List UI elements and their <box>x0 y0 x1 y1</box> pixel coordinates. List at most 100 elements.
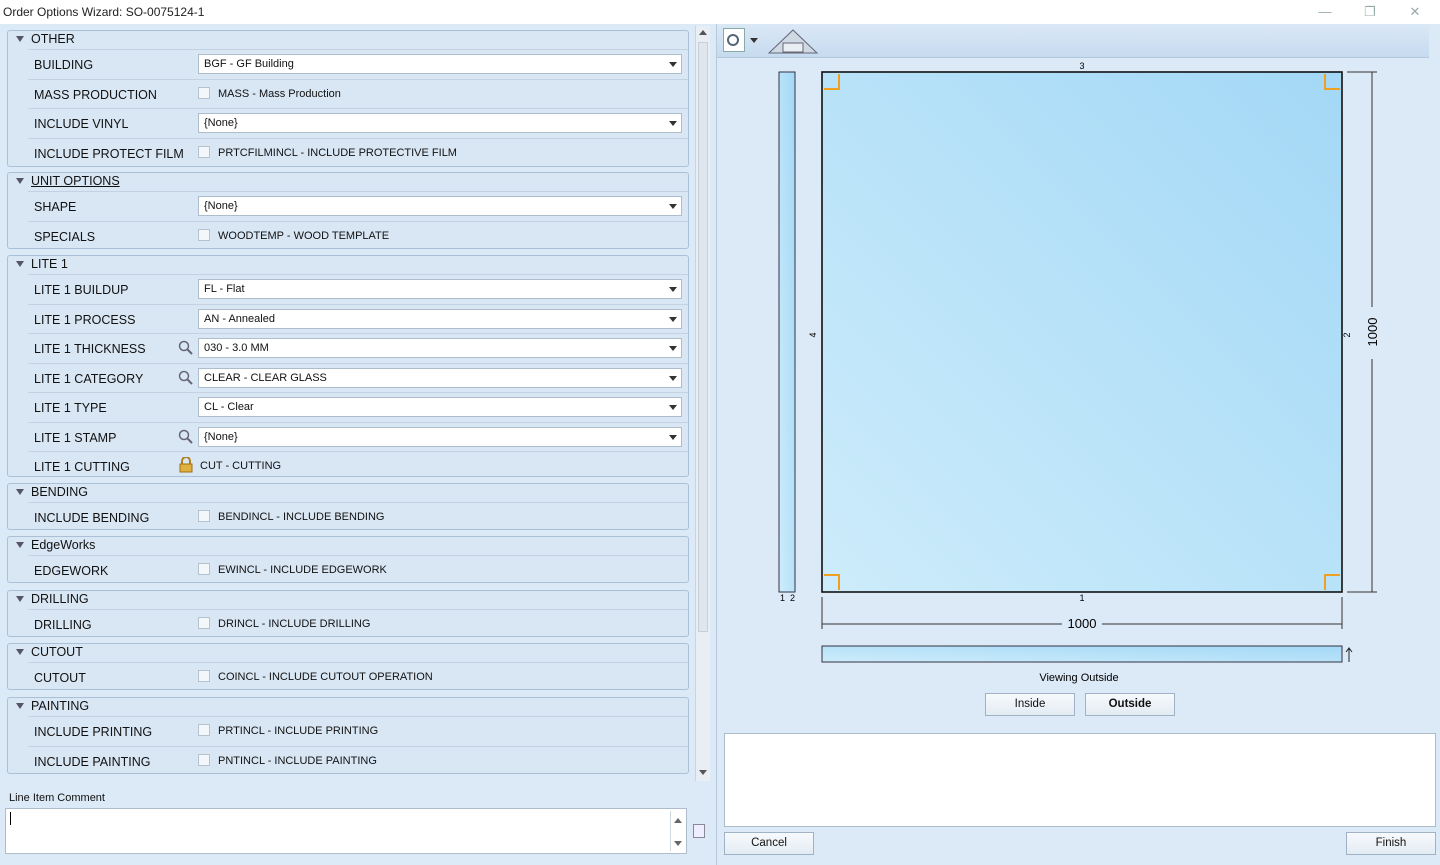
group-header[interactable]: OTHER <box>8 31 688 49</box>
collapse-icon[interactable] <box>16 703 24 709</box>
search-icon[interactable] <box>178 370 194 386</box>
title-bar: Order Options Wizard: SO-0075124-1 — ❐ ✕ <box>0 0 1440 24</box>
dropdown-value: {None} <box>204 430 238 443</box>
option-dropdown[interactable]: CLEAR - CLEAR GLASS <box>198 367 682 388</box>
chevron-down-icon[interactable] <box>669 62 677 67</box>
minimize-icon[interactable]: — <box>1310 2 1340 22</box>
option-checkbox[interactable] <box>198 228 210 241</box>
chevron-down-icon[interactable] <box>669 204 677 209</box>
option-dropdown[interactable]: BGF - GF Building <box>198 54 682 74</box>
group-header[interactable]: CUTOUT <box>8 644 688 662</box>
option-checkbox[interactable] <box>198 724 210 736</box>
finish-button[interactable]: Finish <box>1346 832 1436 855</box>
search-icon[interactable] <box>178 429 194 445</box>
option-checkbox[interactable] <box>198 670 210 682</box>
glass-svg: 1 2 3 1 4 2 1000 1000 Viewing Outside <box>778 61 1380 684</box>
scroll-thumb[interactable] <box>698 42 708 632</box>
chevron-down-icon[interactable] <box>669 375 677 381</box>
checkbox-label[interactable]: BENDINCL - INCLUDE BENDING <box>218 511 384 523</box>
option-checkbox[interactable] <box>198 86 210 99</box>
chevron-down-icon[interactable] <box>669 121 677 126</box>
option-checkbox[interactable] <box>198 510 210 522</box>
option-label: INCLUDE PROTECT FILM <box>34 146 184 161</box>
option-row: SPECIALS WOODTEMP - WOOD TEMPLATE <box>28 220 688 250</box>
option-dropdown[interactable]: CL - Clear <box>198 397 682 417</box>
collapse-icon[interactable] <box>16 649 24 655</box>
scroll-up-icon[interactable] <box>699 30 707 35</box>
collapse-icon[interactable] <box>16 178 24 184</box>
checkbox-label[interactable]: COINCL - INCLUDE CUTOUT OPERATION <box>218 671 433 683</box>
chevron-down-icon[interactable] <box>669 346 677 351</box>
chevron-down-icon[interactable] <box>669 405 677 410</box>
checkbox-label[interactable]: DRINCL - INCLUDE DRILLING <box>218 618 370 630</box>
group-header[interactable]: DRILLING <box>8 591 688 609</box>
group-header[interactable]: PAINTING <box>8 698 688 716</box>
zoom-dropdown-icon[interactable] <box>750 38 758 43</box>
close-icon[interactable]: ✕ <box>1400 2 1430 22</box>
inside-button[interactable]: Inside <box>985 693 1075 716</box>
option-label: SHAPE <box>34 200 77 214</box>
checkbox-label[interactable]: MASS - Mass Production <box>218 88 341 100</box>
scroll-down-icon[interactable] <box>674 841 682 846</box>
comment-scrollbar[interactable] <box>670 811 684 851</box>
notes-icon[interactable] <box>693 824 705 838</box>
option-dropdown[interactable]: 030 - 3.0 MM <box>198 338 682 358</box>
option-label: LITE 1 CATEGORY <box>34 371 144 386</box>
comment-textarea[interactable] <box>5 808 687 854</box>
edge-label-right: 2 <box>1342 332 1352 337</box>
shape-view-icon[interactable] <box>767 27 819 55</box>
flip-arrow-icon[interactable] <box>1345 647 1353 662</box>
chevron-down-icon[interactable] <box>669 316 677 322</box>
dropdown-value: BGF - GF Building <box>204 58 294 70</box>
scroll-down-icon[interactable] <box>699 770 707 775</box>
option-dropdown[interactable]: FL - Flat <box>198 279 682 299</box>
collapse-icon[interactable] <box>16 261 24 267</box>
cancel-button[interactable]: Cancel <box>724 832 814 855</box>
option-checkbox[interactable] <box>198 145 210 158</box>
option-label: EDGEWORK <box>34 564 109 578</box>
option-row: LITE 1 CATEGORY CLEAR - CLEAR GLASS <box>28 362 688 392</box>
bottom-view-bar <box>821 645 1343 663</box>
outside-button[interactable]: Outside <box>1085 693 1175 716</box>
group-header[interactable]: UNIT OPTIONS <box>8 173 688 191</box>
checkbox-label[interactable]: WOODTEMP - WOOD TEMPLATE <box>218 230 389 242</box>
option-row: LITE 1 STAMP {None} <box>28 421 688 451</box>
option-dropdown[interactable]: {None} <box>198 426 682 447</box>
checkbox-label[interactable]: PRTCFILMINCL - INCLUDE PROTECTIVE FILM <box>218 147 457 159</box>
zoom-icon[interactable] <box>723 28 745 52</box>
option-group: UNIT OPTIONS SHAPE {None} SPECIALS WOODTEMP … <box>7 172 689 249</box>
option-checkbox[interactable] <box>198 563 210 575</box>
collapse-icon[interactable] <box>16 596 24 602</box>
option-checkbox[interactable] <box>198 617 210 629</box>
chevron-down-icon[interactable] <box>669 434 677 440</box>
group-header[interactable]: LITE 1 <box>8 256 688 274</box>
option-dropdown[interactable]: AN - Annealed <box>198 308 682 329</box>
group-header[interactable]: EdgeWorks <box>8 537 688 555</box>
search-icon[interactable] <box>178 340 194 356</box>
group-title: PAINTING <box>31 699 90 713</box>
checkbox-label[interactable]: PRTINCL - INCLUDE PRINTING <box>218 725 378 737</box>
group-header[interactable]: BENDING <box>8 484 688 502</box>
comment-label: Line Item Comment <box>9 792 105 804</box>
scroll-up-icon[interactable] <box>674 818 682 823</box>
group-title: OTHER <box>31 32 75 46</box>
restore-icon[interactable]: ❐ <box>1355 2 1385 22</box>
group-title: UNIT OPTIONS <box>31 174 120 188</box>
option-dropdown[interactable]: {None} <box>198 196 682 216</box>
option-label: INCLUDE BENDING <box>34 511 150 525</box>
notes-area[interactable] <box>724 733 1436 827</box>
glass-pane[interactable] <box>821 71 1343 593</box>
option-dropdown[interactable]: {None} <box>198 113 682 133</box>
chevron-down-icon[interactable] <box>669 287 677 292</box>
dropdown-value: 030 - 3.0 MM <box>204 342 269 354</box>
collapse-icon[interactable] <box>16 36 24 42</box>
collapse-icon[interactable] <box>16 542 24 548</box>
collapse-icon[interactable] <box>16 489 24 495</box>
options-scrollbar[interactable] <box>695 26 710 781</box>
option-checkbox[interactable] <box>198 753 210 766</box>
option-label: BUILDING <box>34 58 94 72</box>
option-group: BENDING INCLUDE BENDING BENDINCL - INCLUDE… <box>7 483 689 530</box>
option-row: INCLUDE VINYL {None} <box>28 108 688 137</box>
checkbox-label[interactable]: EWINCL - INCLUDE EDGEWORK <box>218 564 387 576</box>
checkbox-label[interactable]: PNTINCL - INCLUDE PAINTING <box>218 755 377 767</box>
